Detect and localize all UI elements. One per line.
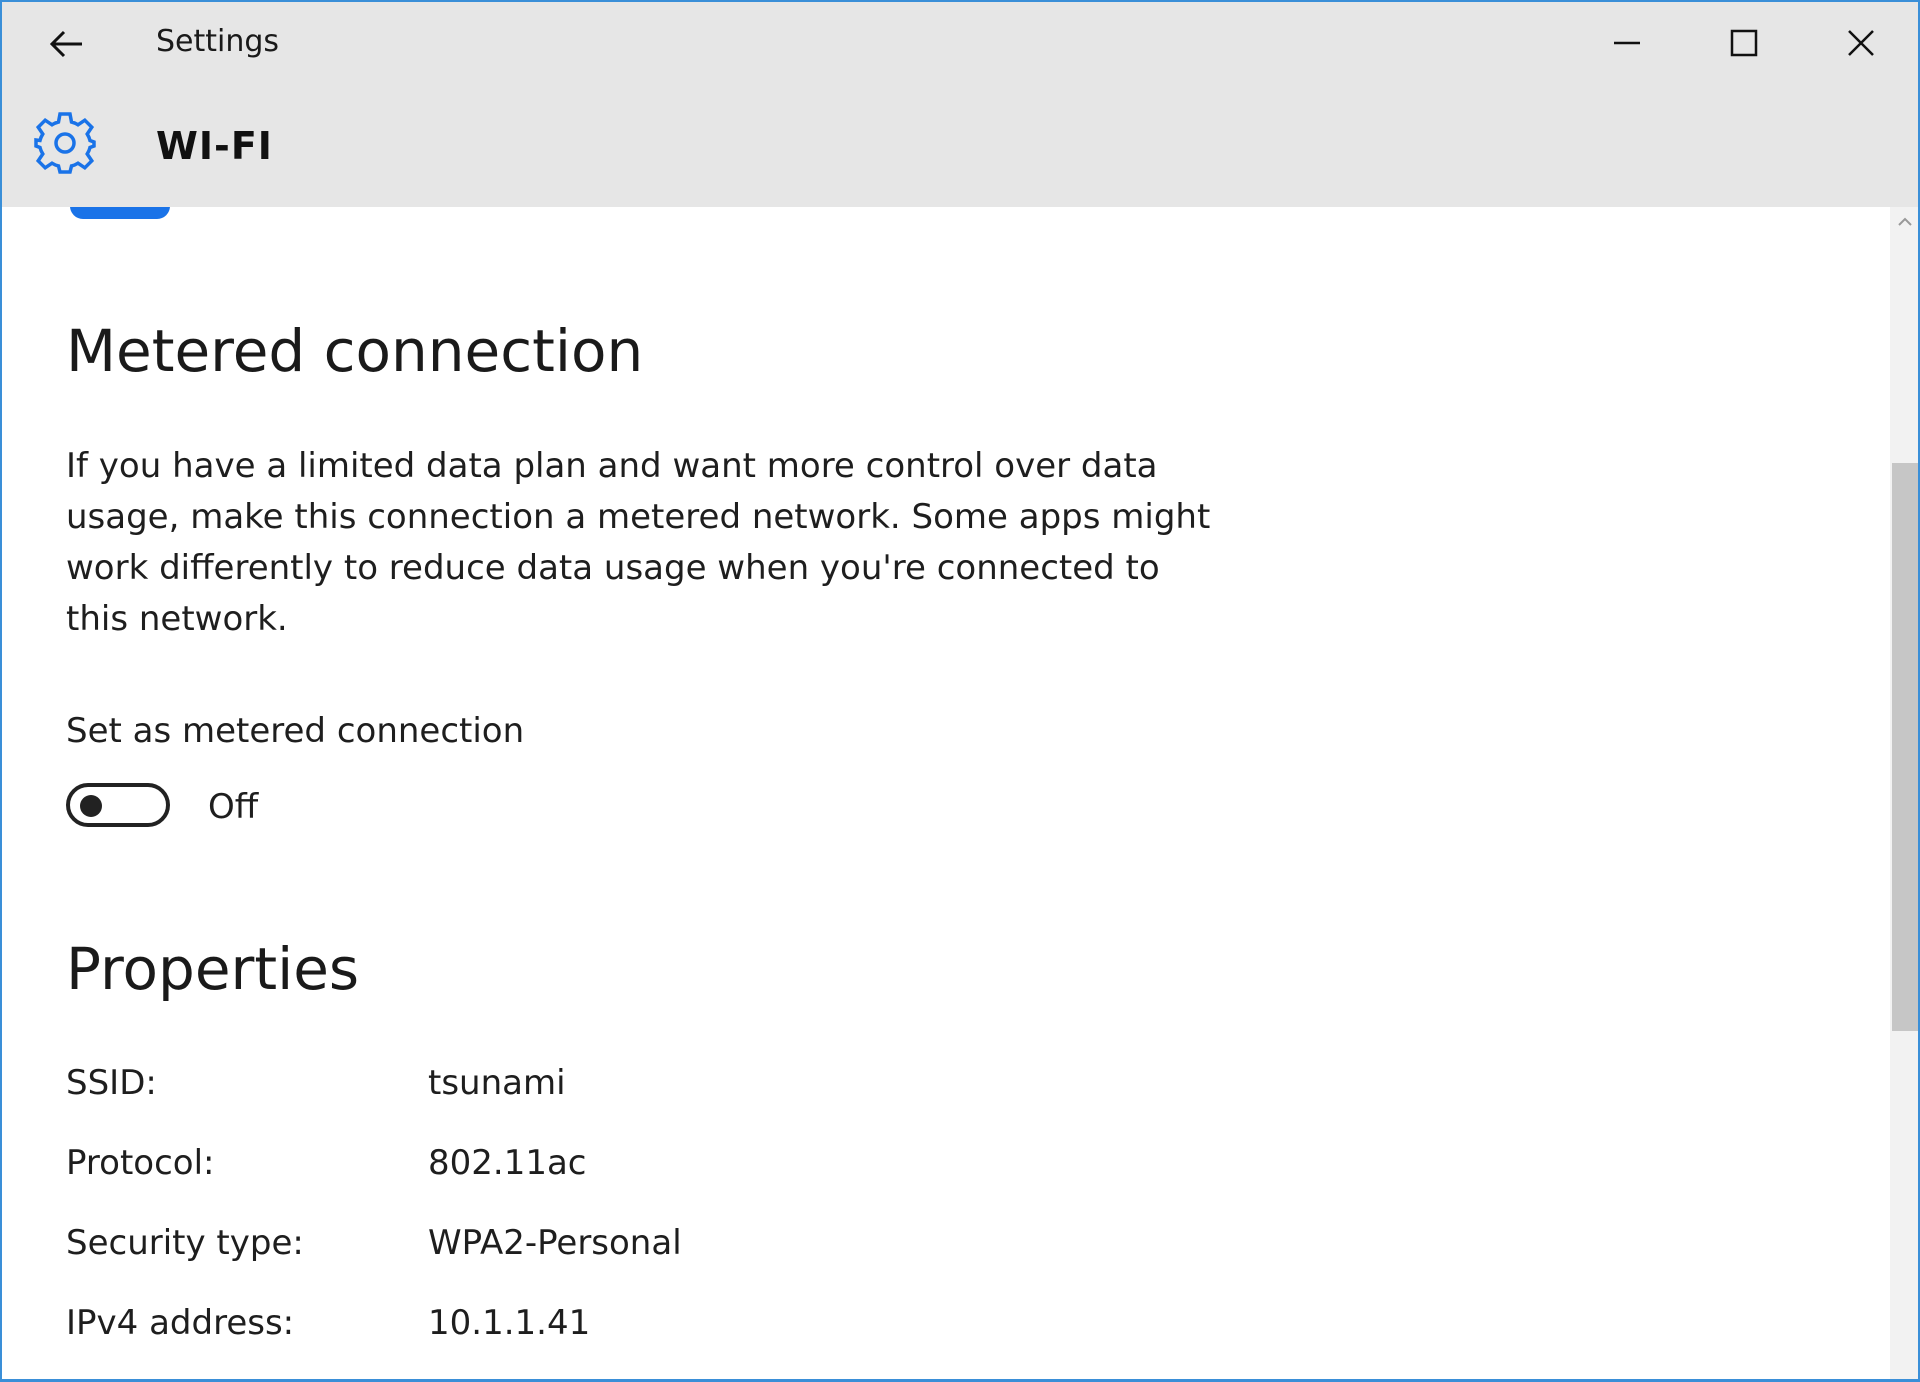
gear-icon: [34, 112, 96, 174]
partial-toggle-above[interactable]: [70, 207, 170, 219]
maximize-icon: [1730, 29, 1758, 57]
property-key: SSID:: [66, 1063, 157, 1103]
property-row: SSID: tsunami: [66, 1063, 1066, 1113]
property-row: Protocol: 802.11ac: [66, 1143, 1066, 1193]
close-button[interactable]: [1826, 12, 1896, 74]
scrollbar-thumb[interactable]: [1892, 463, 1918, 1031]
metered-toggle-label: Set as metered connection: [66, 711, 525, 751]
page-title: WI-FI: [156, 124, 273, 168]
property-value: tsunami: [428, 1063, 566, 1103]
settings-content: Metered connection If you have a limited…: [2, 207, 1890, 1379]
property-key: Security type:: [66, 1223, 304, 1263]
back-arrow-icon: [49, 30, 82, 58]
metered-toggle-state: Off: [208, 787, 259, 827]
scroll-up-button[interactable]: [1890, 207, 1918, 237]
metered-connection-heading: Metered connection: [66, 317, 644, 385]
property-value: 802.11ac: [428, 1143, 587, 1183]
property-row: Security type: WPA2-Personal: [66, 1223, 1066, 1273]
minimize-icon: [1614, 41, 1640, 45]
vertical-scrollbar[interactable]: [1890, 207, 1918, 1379]
minimize-button[interactable]: [1592, 12, 1662, 74]
toggle-knob: [80, 795, 102, 817]
maximize-button[interactable]: [1709, 12, 1779, 74]
page-header: WI-FI: [2, 88, 1918, 207]
metered-description: If you have a limited data plan and want…: [66, 446, 1211, 639]
properties-heading: Properties: [66, 935, 360, 1003]
close-icon: [1848, 30, 1874, 56]
property-value: WPA2-Personal: [428, 1223, 682, 1263]
settings-window: Settings WI-FI Metered connection If you…: [0, 0, 1920, 1382]
app-title: Settings: [156, 24, 280, 59]
title-bar: Settings: [2, 2, 1918, 88]
metered-toggle[interactable]: [66, 783, 170, 827]
back-button[interactable]: [38, 16, 94, 72]
property-value: 10.1.1.41: [428, 1303, 591, 1343]
property-row: IPv4 address: 10.1.1.41: [66, 1303, 1066, 1353]
property-key: Protocol:: [66, 1143, 215, 1183]
property-key: IPv4 address:: [66, 1303, 295, 1343]
chevron-up-icon: [1898, 217, 1912, 226]
